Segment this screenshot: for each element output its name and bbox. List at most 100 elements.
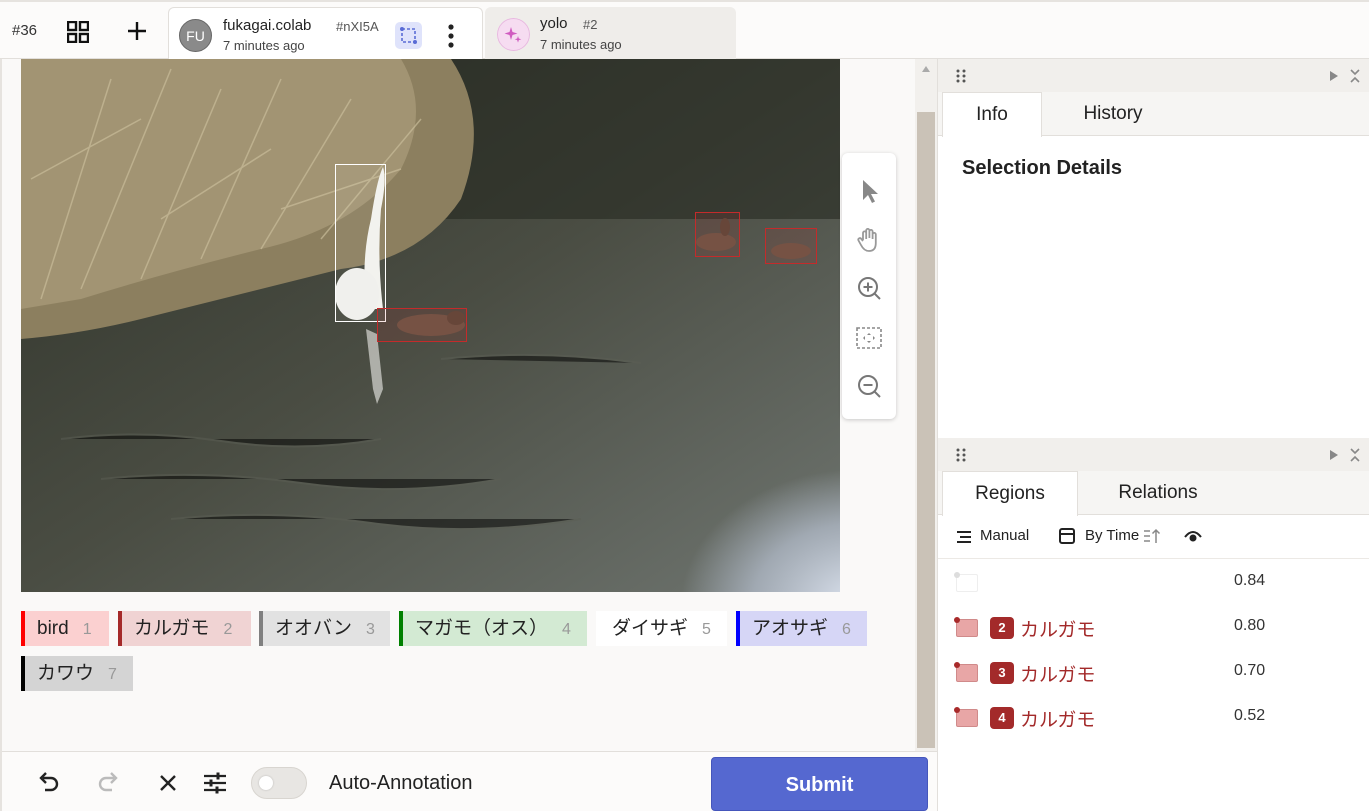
tab-relations[interactable]: Relations xyxy=(1084,471,1232,515)
label-name: ダイサギ xyxy=(612,618,689,639)
reset-close-icon[interactable] xyxy=(155,770,181,796)
region-row[interactable]: 2 カルガモ 0.80 xyxy=(938,604,1369,649)
calendar-icon xyxy=(1059,528,1075,544)
avatar: FU xyxy=(179,19,212,52)
label-chip-kawau[interactable]: カワウ 7 xyxy=(21,656,133,691)
label-hotkey: 3 xyxy=(365,621,375,638)
vertical-scrollbar[interactable] xyxy=(915,59,937,751)
selection-details-title: Selection Details xyxy=(962,157,1123,179)
tab-history[interactable]: History xyxy=(1048,92,1178,136)
side-panel: Info History Selection Details Regions R… xyxy=(937,59,1369,811)
labeling-area: bird 1 カルガモ 2 オオバン 3 マガモ（オス） 4 ダイサギ 5 アオサギ 6 カ… xyxy=(0,59,937,811)
drag-handle-icon[interactable] xyxy=(956,69,966,83)
region-label: カルガモ xyxy=(1020,710,1096,731)
region-dot xyxy=(954,617,960,623)
region-box-karugamo-1[interactable] xyxy=(377,308,467,342)
regions-tabs: Regions Relations xyxy=(938,471,1369,516)
region-index-badge: 1 xyxy=(990,572,1014,594)
undo-icon[interactable] xyxy=(36,770,62,796)
hand-pan-icon[interactable] xyxy=(855,226,883,254)
annotation-user: fukagai.colab xyxy=(223,17,312,34)
region-dot xyxy=(954,572,960,578)
region-score: 0.70 xyxy=(1234,662,1266,679)
scroll-up-arrow-icon[interactable] xyxy=(921,65,931,73)
label-name: アオサギ xyxy=(752,618,829,639)
scrollbar-thumb[interactable] xyxy=(917,112,935,748)
annotation-hash: #nXI5A xyxy=(336,19,379,34)
region-index-badge: 3 xyxy=(990,662,1014,684)
toggle-knob xyxy=(259,776,273,790)
pointer-icon[interactable] xyxy=(855,177,883,205)
list-order-icon xyxy=(957,531,971,543)
visibility-eye-icon[interactable] xyxy=(1184,530,1202,543)
region-row[interactable]: 4 カルガモ 0.52 xyxy=(938,694,1369,739)
label-chip-karugamo[interactable]: カルガモ 2 xyxy=(118,611,251,646)
image-canvas[interactable] xyxy=(21,59,840,592)
prediction-hash: #2 xyxy=(583,17,598,32)
prediction-tab[interactable]: yolo #2 7 minutes ago xyxy=(485,7,736,61)
region-score: 0.84 xyxy=(1234,572,1266,589)
annotation-time: 7 minutes ago xyxy=(223,38,305,53)
settings-sliders-icon[interactable] xyxy=(202,770,228,796)
region-label: ダイサギ xyxy=(1020,575,1097,596)
canvas-toolbar xyxy=(842,153,896,419)
label-name: bird xyxy=(37,618,69,639)
bottom-toolbar: Auto-Annotation Submit xyxy=(2,751,937,811)
auto-annotation-toggle[interactable] xyxy=(251,767,307,799)
prediction-time: 7 minutes ago xyxy=(540,37,622,52)
fit-to-screen-icon[interactable] xyxy=(855,324,883,352)
label-hotkey: 2 xyxy=(223,621,233,638)
region-index-badge: 2 xyxy=(990,617,1014,639)
region-box-karugamo-2[interactable] xyxy=(695,212,740,257)
region-score: 0.52 xyxy=(1234,707,1266,724)
collapse-expand-icon[interactable] xyxy=(1328,68,1362,84)
region-label: カルガモ xyxy=(1020,665,1096,686)
label-chip-daisagi[interactable]: ダイサギ 5 xyxy=(596,611,727,646)
region-row[interactable]: 1 ダイサギ 0.84 xyxy=(938,559,1369,604)
annotation-tab[interactable]: FU fukagai.colab #nXI5A 7 minutes ago xyxy=(168,7,483,61)
collapse-expand-icon[interactable] xyxy=(1328,447,1362,463)
region-box-karugamo-3[interactable] xyxy=(765,228,817,264)
top-bar: #36 FU fukagai.colab #nXI5A 7 minutes ag… xyxy=(0,0,1369,61)
drag-handle-icon[interactable] xyxy=(956,448,966,462)
region-box-daisagi[interactable] xyxy=(335,164,386,322)
order-mode-button[interactable]: Manual xyxy=(980,527,1029,544)
tab-info[interactable]: Info xyxy=(942,92,1042,137)
region-score: 0.80 xyxy=(1234,617,1266,634)
zoom-out-icon[interactable] xyxy=(855,373,883,401)
region-label: カルガモ xyxy=(1020,620,1096,641)
zoom-in-icon[interactable] xyxy=(855,275,883,303)
regions-toolbar: Manual By Time xyxy=(938,515,1369,559)
info-panel-header[interactable] xyxy=(938,59,1369,92)
grid-view-icon[interactable] xyxy=(67,21,89,43)
sparkles-icon xyxy=(497,18,530,51)
label-hotkey: 6 xyxy=(842,621,851,638)
more-options-icon[interactable] xyxy=(444,22,458,50)
prediction-name: yolo xyxy=(540,15,568,32)
label-name: カルガモ xyxy=(134,618,210,639)
sort-direction-icon[interactable] xyxy=(1143,528,1161,544)
label-hotkey: 5 xyxy=(702,621,711,638)
label-chip-magamo[interactable]: マガモ（オス） 4 xyxy=(399,611,587,646)
annotation-type-icon xyxy=(395,22,422,49)
label-chip-aosagi[interactable]: アオサギ 6 xyxy=(736,611,867,646)
region-dot xyxy=(954,707,960,713)
label-hotkey: 7 xyxy=(108,666,117,683)
tab-regions[interactable]: Regions xyxy=(942,471,1078,516)
label-chip-bird[interactable]: bird 1 xyxy=(21,611,109,646)
regions-panel-header[interactable] xyxy=(938,438,1369,471)
sort-by-time-button[interactable]: By Time xyxy=(1085,527,1139,544)
redo-icon[interactable] xyxy=(95,770,121,796)
region-row[interactable]: 3 カルガモ 0.70 xyxy=(938,649,1369,694)
label-chip-oban[interactable]: オオバン 3 xyxy=(259,611,390,646)
label-name: マガモ（オス） xyxy=(415,618,549,639)
info-tabs: Info History xyxy=(938,92,1369,137)
add-annotation-icon[interactable] xyxy=(126,20,148,42)
region-dot xyxy=(954,662,960,668)
submit-button[interactable]: Submit xyxy=(711,757,928,811)
label-hotkey: 4 xyxy=(562,621,571,638)
label-name: オオバン xyxy=(275,618,352,639)
label-name: カワウ xyxy=(37,663,95,684)
region-index-badge: 4 xyxy=(990,707,1014,729)
label-hotkey: 1 xyxy=(82,621,92,638)
